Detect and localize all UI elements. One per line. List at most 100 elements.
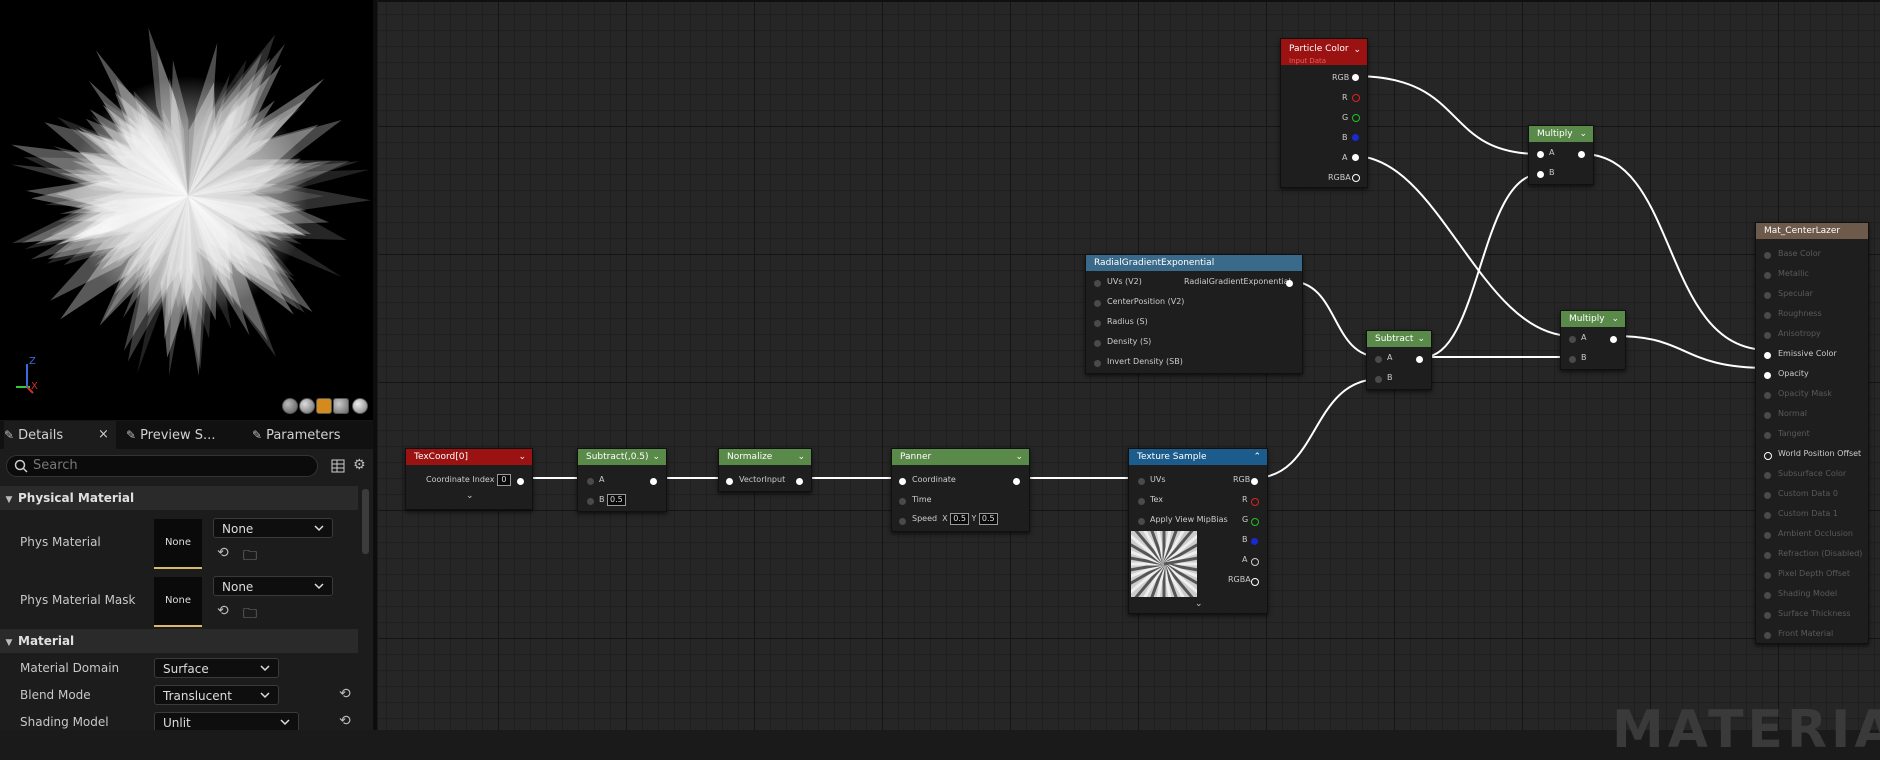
result-input-pin[interactable] [1764, 512, 1771, 519]
preview-shape-cylinder-icon[interactable] [282, 398, 298, 414]
coordinate-index-input[interactable]: 0 [496, 474, 511, 486]
result-input-pin[interactable] [1764, 492, 1771, 499]
category-physical-material[interactable]: ▼ Physical Material [0, 486, 358, 510]
output-pin-a[interactable] [1251, 558, 1259, 566]
chevron-up-icon[interactable]: ⌃ [1253, 449, 1261, 465]
result-input-pin[interactable] [1764, 372, 1771, 379]
node-particle-color[interactable]: Particle Color Input Data ⌄ RGB R G B A … [1280, 38, 1368, 188]
node-material-result[interactable]: Mat_CenterLazer Base Color Metallic Specul… [1755, 222, 1869, 644]
input-pin-coordinate[interactable] [899, 478, 906, 485]
reset-to-default-icon[interactable]: ⟲ [339, 686, 351, 702]
expand-arrow-icon[interactable]: ⌄ [1195, 599, 1203, 609]
input-pin-center[interactable] [1094, 300, 1101, 307]
output-pin[interactable] [1416, 356, 1423, 363]
input-pin-apply-mip[interactable] [1138, 518, 1145, 525]
chevron-down-icon[interactable]: ⌄ [1015, 449, 1023, 465]
reset-to-default-icon[interactable]: ⟲ [339, 713, 351, 729]
settings-gear-icon[interactable]: ⚙ [353, 457, 366, 473]
input-pin-b[interactable] [587, 498, 594, 505]
result-input-pin[interactable] [1764, 592, 1771, 599]
input-pin-b[interactable] [1569, 356, 1576, 363]
node-radial-gradient-exponential[interactable]: RadialGradientExponential UVs (V2) Cente… [1085, 254, 1303, 374]
material-domain-dropdown[interactable]: Surface [154, 658, 279, 678]
result-input-pin[interactable] [1764, 292, 1771, 299]
output-pin-r[interactable] [1251, 498, 1259, 506]
browse-asset-icon[interactable]: 🗀 [243, 545, 257, 569]
result-input-pin[interactable] [1764, 572, 1771, 579]
node-subtract-constant[interactable]: Subtract(,0.5) ⌄ A B 0.5 [577, 448, 667, 512]
tab-preview-settings[interactable]: ✎ Preview S... [126, 421, 215, 449]
chevron-down-icon[interactable]: ⌄ [652, 449, 660, 465]
chevron-down-icon[interactable]: ⌄ [1353, 44, 1361, 56]
result-input-pin[interactable] [1764, 432, 1771, 439]
result-input-pin[interactable] [1764, 412, 1771, 419]
output-pin[interactable] [650, 478, 657, 485]
result-input-pin[interactable] [1764, 332, 1771, 339]
input-pin-tex[interactable] [1138, 498, 1145, 505]
output-pin[interactable] [1013, 478, 1020, 485]
input-pin-density[interactable] [1094, 340, 1101, 347]
output-pin-b[interactable] [1352, 134, 1359, 141]
reset-to-default-icon[interactable]: ⟲ [217, 545, 229, 561]
chevron-down-icon[interactable]: ⌄ [518, 449, 526, 465]
result-input-pin[interactable] [1764, 272, 1771, 279]
details-scrollbar[interactable] [362, 489, 369, 554]
shading-model-dropdown[interactable]: Unlit [154, 712, 299, 730]
speed-y-input[interactable]: 0.5 [978, 513, 998, 525]
phys-material-thumbnail[interactable]: None [154, 519, 202, 569]
table-view-icon[interactable] [331, 459, 345, 473]
result-input-pin[interactable] [1764, 452, 1772, 460]
input-pin-a[interactable] [1569, 336, 1576, 343]
output-pin-rgba[interactable] [1251, 578, 1259, 586]
output-pin-g[interactable] [1251, 518, 1259, 526]
node-normalize[interactable]: Normalize ⌄ VectorInput [718, 448, 812, 492]
output-pin-r[interactable] [1352, 94, 1360, 102]
output-pin-rgb[interactable] [1251, 478, 1258, 485]
input-pin[interactable] [726, 478, 733, 485]
pin-b-value-input[interactable]: 0.5 [607, 494, 626, 506]
expand-arrow-icon[interactable]: ⌄ [466, 491, 474, 501]
category-material[interactable]: ▼ Material [0, 629, 358, 653]
result-input-pin[interactable] [1764, 252, 1771, 259]
output-pin[interactable] [1286, 280, 1293, 287]
preview-shape-sphere-icon[interactable] [299, 398, 315, 414]
tab-parameters[interactable]: ✎ Parameters [252, 421, 340, 449]
texture-thumbnail[interactable] [1131, 531, 1197, 597]
tab-details[interactable]: ✎ Details × [4, 421, 116, 449]
output-pin[interactable] [1610, 336, 1617, 343]
result-input-pin[interactable] [1764, 472, 1771, 479]
output-pin-rgba[interactable] [1352, 174, 1360, 182]
output-pin-rgb[interactable] [1352, 74, 1359, 81]
input-pin-a[interactable] [1537, 151, 1544, 158]
phys-material-dropdown[interactable]: None [213, 518, 333, 538]
chevron-down-icon[interactable]: ⌄ [1611, 311, 1619, 327]
input-pin-uvs[interactable] [1094, 280, 1101, 287]
input-pin-uvs[interactable] [1138, 478, 1145, 485]
result-input-pin[interactable] [1764, 552, 1771, 559]
output-pin-a[interactable] [1352, 154, 1359, 161]
input-pin-invert[interactable] [1094, 360, 1101, 367]
output-pin[interactable] [517, 478, 524, 485]
node-texture-sample[interactable]: Texture Sample ⌃ UVs Tex Apply View MipBi… [1128, 448, 1268, 614]
phys-material-mask-thumbnail[interactable]: None [154, 577, 202, 627]
input-pin-b[interactable] [1375, 376, 1382, 383]
result-input-pin[interactable] [1764, 612, 1771, 619]
result-input-pin[interactable] [1764, 532, 1771, 539]
input-pin-b[interactable] [1537, 171, 1544, 178]
output-pin-g[interactable] [1352, 114, 1360, 122]
reset-to-default-icon[interactable]: ⟲ [217, 603, 229, 619]
result-input-pin[interactable] [1764, 632, 1771, 639]
close-icon[interactable]: × [98, 421, 109, 449]
input-pin-a[interactable] [587, 478, 594, 485]
chevron-down-icon[interactable]: ⌄ [1417, 331, 1425, 347]
node-multiply-top[interactable]: Multiply ⌄ A B [1528, 125, 1594, 185]
preview-shape-custom-icon[interactable] [352, 398, 368, 414]
result-input-pin[interactable] [1764, 352, 1771, 359]
node-subtract[interactable]: Subtract ⌄ A B [1366, 330, 1432, 390]
input-pin-radius[interactable] [1094, 320, 1101, 327]
output-pin-b[interactable] [1251, 538, 1258, 545]
preview-shape-plane-icon[interactable] [316, 398, 332, 414]
speed-x-input[interactable]: 0.5 [950, 513, 969, 525]
node-panner[interactable]: Panner ⌄ Coordinate Time Speed X 0.5 Y 0.… [891, 448, 1030, 532]
result-input-pin[interactable] [1764, 392, 1771, 399]
